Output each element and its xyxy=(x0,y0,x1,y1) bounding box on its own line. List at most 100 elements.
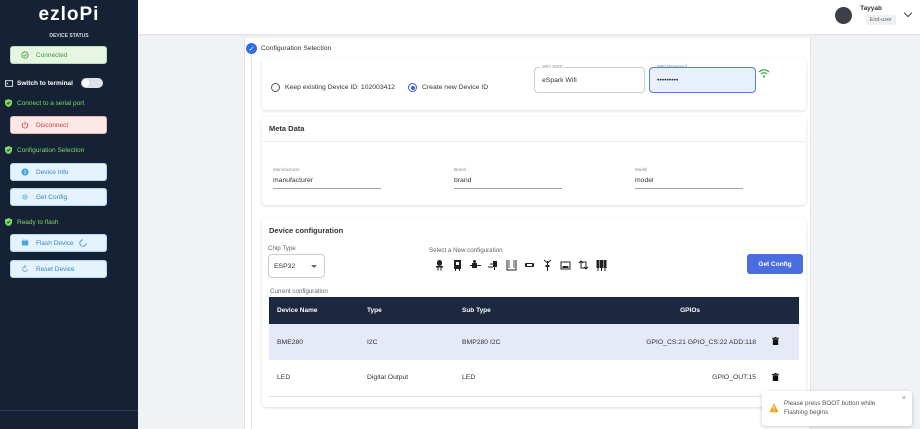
row-gpios: GPIO_CS:21 GPIO_CS:22 ADD:118 xyxy=(646,338,756,346)
connected-button[interactable]: Connected xyxy=(10,46,107,64)
user-name: Tayyab xyxy=(860,5,882,12)
keep-existing-label: Keep existing Device ID: 102003412 xyxy=(285,84,395,91)
switch-terminal-label: Switch to terminal xyxy=(17,79,73,87)
step-connect-serial: Connect to a serial port xyxy=(5,99,84,107)
delete-cell xyxy=(764,324,799,360)
row-type: Digital Output xyxy=(367,374,409,382)
trash-icon[interactable] xyxy=(772,337,779,345)
shield-check-icon xyxy=(5,218,12,226)
gear-icon xyxy=(22,194,28,200)
wifi-ssid-value: eSpark Wifi xyxy=(542,77,577,84)
config-selection-title: Configuration Selection xyxy=(261,45,332,52)
info-icon xyxy=(21,168,29,176)
transistor-icon[interactable] xyxy=(488,259,499,271)
top-bar: Tayyab End-user xyxy=(138,0,920,34)
config-type-icons xyxy=(434,259,607,271)
app-logo: ezloPi xyxy=(38,4,100,25)
table-row[interactable]: LED Digital Output LED GPIO_OUT:15 xyxy=(269,360,799,396)
row-device-name: BME280 xyxy=(277,338,304,346)
frame-icon[interactable] xyxy=(506,259,517,271)
manufacturer-value: manufacturer xyxy=(273,177,314,184)
sidebar-divider xyxy=(0,410,138,411)
get-config-button[interactable]: Get Config xyxy=(747,254,803,274)
reset-device-label: Reset Device xyxy=(36,265,75,273)
row-sub-type: BMP280 I2C xyxy=(462,338,501,346)
meta-data-divider xyxy=(262,141,806,142)
dropdown-arrow-icon xyxy=(311,265,317,268)
keep-existing-radio[interactable] xyxy=(271,83,280,92)
relay-icon[interactable] xyxy=(596,259,607,271)
col-type: Type xyxy=(367,307,382,314)
model-field[interactable]: Model model xyxy=(635,167,743,189)
shield-check-icon xyxy=(5,99,12,107)
wifi-icon xyxy=(758,69,770,78)
terminal-icon xyxy=(5,79,13,87)
connect-serial-label: Connect to a serial port xyxy=(17,99,85,107)
current-config-label: Current configuration xyxy=(270,288,328,295)
col-device-name: Device Name xyxy=(277,307,318,314)
chevron-down-icon[interactable] xyxy=(903,8,913,18)
keep-existing-option[interactable]: Keep existing Device ID: 102003412 xyxy=(271,83,395,92)
ready-flash-label: Ready to flash xyxy=(17,218,59,226)
reset-icon xyxy=(22,265,28,272)
boot-toast: Please press BOOT button while Flashing … xyxy=(762,391,912,426)
row-sub-type: LED xyxy=(462,374,476,382)
brand-field[interactable]: Brand brand xyxy=(454,167,562,189)
terminal-toggle[interactable] xyxy=(80,78,103,88)
model-label: Model xyxy=(635,167,648,172)
warning-icon xyxy=(769,403,779,413)
get-config-label: Get Config xyxy=(36,193,68,201)
col-sub-type: Sub Type xyxy=(462,307,491,314)
manufacturer-label: Manufacturer xyxy=(273,167,300,172)
wifi-ssid-label: WiFi SSID xyxy=(540,64,565,69)
device-configuration-title: Device configuration xyxy=(269,226,344,235)
loading-spinner-icon xyxy=(78,239,87,247)
wifi-password-value: ••••••••• xyxy=(657,77,679,84)
reset-device-button[interactable]: Reset Device xyxy=(10,260,107,278)
flash-device-icon xyxy=(21,239,29,246)
sidebar: ezloPi DEVICE STATUS Connected Switch to… xyxy=(0,0,138,429)
step-config-selection: Configuration Selection xyxy=(5,146,84,154)
wifi-ssid-field[interactable]: WiFi SSID eSpark Wifi xyxy=(534,64,645,93)
led-icon[interactable] xyxy=(434,259,445,271)
shield-check-icon xyxy=(5,146,12,154)
device-info-label: Device Info xyxy=(36,168,69,176)
current-config-table: Device Name Type Sub Type GPIOs BME280 I… xyxy=(269,297,799,397)
chip-type-value: ESP32 xyxy=(274,263,296,270)
chip-icon[interactable] xyxy=(524,259,535,271)
row-type: I2C xyxy=(367,338,378,346)
create-new-radio[interactable] xyxy=(408,83,417,92)
sensor-module-icon[interactable] xyxy=(452,259,463,271)
toast-message: Please press BOOT button while Flashing … xyxy=(784,400,876,416)
chip-type-select[interactable]: ESP32 xyxy=(268,254,325,278)
get-config-sidebar-button[interactable]: Get Config xyxy=(10,188,107,206)
connected-label: Connected xyxy=(36,51,68,59)
wifi-password-label: WiFi Password xyxy=(657,64,688,69)
power-icon xyxy=(21,121,29,129)
device-info-button[interactable]: Device Info xyxy=(10,163,107,181)
table-row[interactable]: BME280 I2C BMP280 I2C GPIO_CS:21 GPIO_CS… xyxy=(269,324,799,360)
model-value: model xyxy=(635,177,654,184)
config-selection-heading: ✓ Configuration Selection xyxy=(246,43,331,54)
close-icon[interactable]: × xyxy=(902,395,906,402)
wifi-password-field[interactable]: WiFi Password ••••••••• xyxy=(649,64,756,93)
avatar[interactable] xyxy=(835,7,852,24)
create-new-option[interactable]: Create new Device ID xyxy=(408,83,488,92)
disconnect-button[interactable]: Disconnect xyxy=(10,116,107,134)
meta-data-title: Meta Data xyxy=(269,124,305,133)
manufacturer-field[interactable]: Manufacturer manufacturer xyxy=(273,167,381,189)
flash-device-button[interactable]: Flash Device xyxy=(10,234,107,252)
select-new-config-label: Select a New configuration xyxy=(429,247,503,254)
step-ready-flash: Ready to flash xyxy=(5,218,59,226)
trash-icon[interactable] xyxy=(772,372,779,381)
display-icon[interactable] xyxy=(560,259,571,271)
row-gpios: GPIO_OUT:15 xyxy=(712,374,756,382)
antenna-icon[interactable] xyxy=(542,259,553,271)
check-icon: ✓ xyxy=(246,43,257,54)
servo-icon[interactable] xyxy=(470,259,481,271)
device-status-heading: DEVICE STATUS xyxy=(49,33,89,39)
flash-device-label: Flash Device xyxy=(36,239,74,247)
swap-icon[interactable] xyxy=(578,259,589,271)
brand-label: Brand xyxy=(454,167,467,172)
create-new-label: Create new Device ID xyxy=(422,84,489,91)
